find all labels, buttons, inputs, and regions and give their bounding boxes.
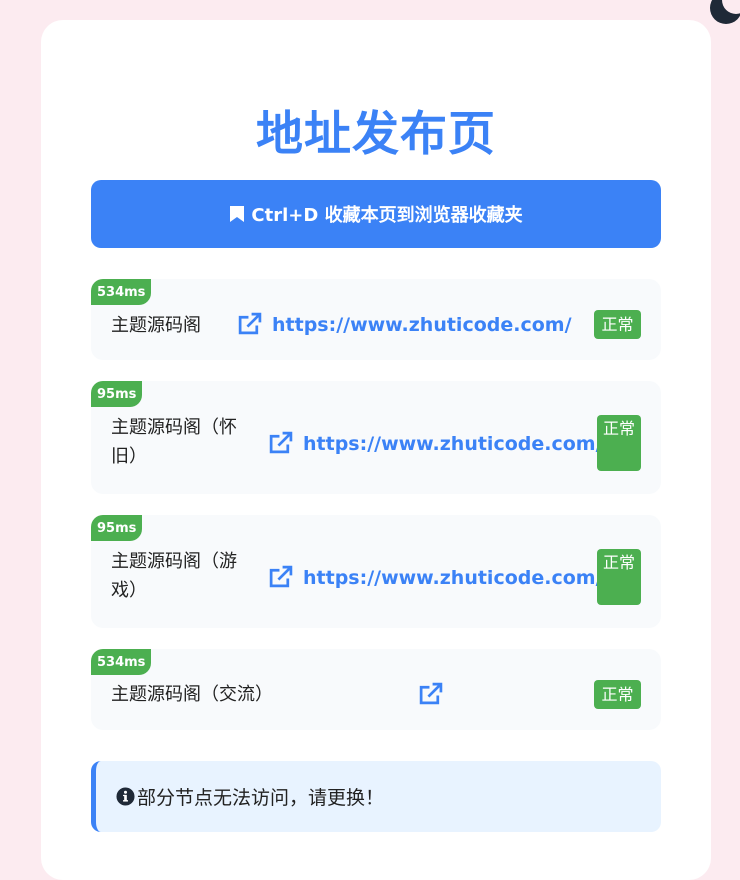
latency-badge: 95ms — [91, 515, 143, 541]
site-link[interactable]: https://www.zhuticode.com/ — [268, 565, 603, 590]
moon-icon[interactable] — [706, 0, 740, 28]
site-url: https://www.zhuticode.com/ — [303, 432, 603, 455]
external-link-icon — [269, 431, 293, 454]
external-link-icon — [269, 565, 293, 588]
list-item: 95ms 主题源码阁（怀旧） https://www.zhuticode.com… — [91, 381, 661, 494]
notice-text: 部分节点无法访问，请更换！ — [137, 787, 385, 809]
site-name: 主题源码阁 — [111, 315, 201, 336]
list-item: 95ms 主题源码阁（游戏） https://www.zhuticode.com… — [91, 515, 661, 628]
site-link[interactable]: https://www.zhuticode.com/ — [268, 431, 603, 456]
bookmark-button[interactable]: Ctrl+D 收藏本页到浏览器收藏夹 — [91, 180, 661, 248]
notice-box: 部分节点无法访问，请更换！ — [91, 761, 661, 832]
latency-badge: 95ms — [91, 381, 143, 407]
main-card: 地址发布页 Ctrl+D 收藏本页到浏览器收藏夹 534ms 主题源码阁 htt… — [41, 20, 711, 880]
status-badge: 正常 — [597, 415, 641, 471]
latency-badge: 534ms — [91, 649, 152, 675]
site-url: https://www.zhuticode.com/ — [303, 566, 603, 589]
site-link[interactable] — [418, 682, 453, 707]
site-name: 主题源码阁（交流） — [111, 684, 273, 705]
site-link[interactable]: https://www.zhuticode.com/ — [237, 312, 572, 337]
site-url: https://www.zhuticode.com/ — [272, 313, 572, 336]
status-badge: 正常 — [597, 549, 641, 605]
bookmark-icon — [230, 206, 245, 222]
site-name: 主题源码阁（游戏） — [111, 551, 237, 601]
status-badge: 正常 — [594, 680, 641, 709]
list-item: 534ms 主题源码阁 https://www.zhuticode.com/ 正… — [91, 279, 661, 360]
external-link-icon — [419, 682, 443, 705]
status-badge: 正常 — [594, 310, 641, 339]
page-title: 地址发布页 — [256, 107, 496, 162]
bookmark-label: Ctrl+D 收藏本页到浏览器收藏夹 — [251, 205, 523, 226]
info-circle-icon — [116, 787, 135, 806]
list-item: 534ms 主题源码阁（交流） 正常 — [91, 649, 661, 730]
external-link-icon — [238, 312, 262, 335]
site-name: 主题源码阁（怀旧） — [111, 417, 237, 467]
latency-badge: 534ms — [91, 279, 152, 305]
